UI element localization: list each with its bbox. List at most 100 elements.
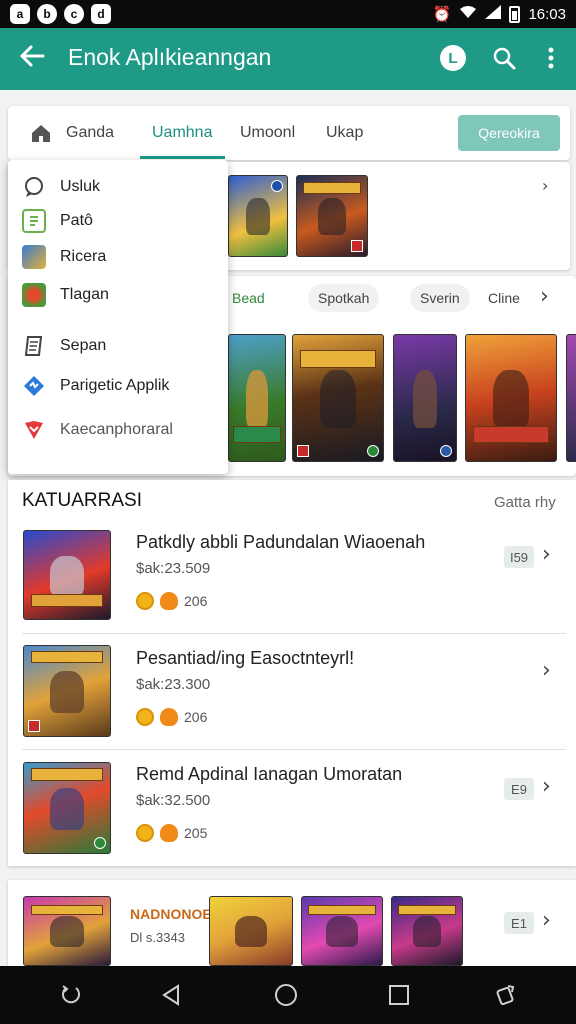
- carousel-game-art-4[interactable]: [465, 334, 557, 462]
- list-item[interactable]: Remd Apdinal Ianagan Umoratan $ak:32.500…: [8, 756, 576, 866]
- menu-item-label: Usluk: [60, 178, 101, 195]
- list-item-rating: 206: [136, 592, 207, 610]
- bottom-game-art-4[interactable]: [391, 896, 463, 966]
- account-icon[interactable]: L: [439, 44, 467, 72]
- more-vert-icon[interactable]: [537, 44, 565, 72]
- app-bar: Enok Aplıkieanngan L: [0, 28, 576, 90]
- rating-value: 206: [184, 709, 208, 725]
- menu-item-sepan[interactable]: Sepan: [22, 332, 106, 360]
- notification-icons: a b c d: [10, 4, 111, 24]
- notification-icon-1: a: [10, 4, 30, 24]
- status-time: 16:03: [528, 5, 566, 23]
- menu-item-label: Kaecanphoraral: [60, 421, 173, 438]
- rating-value: 205: [184, 825, 208, 841]
- bottom-badge: E1: [504, 912, 534, 934]
- puzzle-icon: [22, 374, 46, 398]
- bottom-game-art-1[interactable]: [23, 896, 111, 966]
- featured-game-art-1[interactable]: [228, 175, 288, 257]
- list-item-rating: 205: [136, 824, 207, 842]
- list-item[interactable]: Pesantiad/ing Easoctnteyrl! $ak:23.300 2…: [8, 640, 576, 750]
- list-item-badge: E9: [504, 778, 534, 800]
- menu-item-ricera[interactable]: Ricera: [22, 243, 106, 271]
- menu-item-pato[interactable]: Patô: [22, 207, 93, 235]
- chip-bead[interactable]: Bead: [222, 284, 275, 312]
- dropdown-menu: Usluk Patô Ricera Tlagan Sepan Parigetic…: [8, 160, 228, 474]
- carousel-game-art-2[interactable]: [292, 334, 384, 462]
- notification-icon-3: c: [64, 4, 84, 24]
- home-icon[interactable]: [30, 122, 52, 149]
- paw-icon: [160, 824, 178, 842]
- list-item-rating: 206: [136, 708, 207, 726]
- nav-recents-icon[interactable]: [386, 982, 412, 1008]
- list-divider: [22, 749, 566, 750]
- chip-cline[interactable]: Cline: [478, 284, 530, 312]
- list-divider: [22, 633, 566, 634]
- chat-icon: [22, 175, 46, 199]
- chip-sverin[interactable]: Sverin: [410, 284, 470, 312]
- nav-back-gesture-icon[interactable]: [58, 982, 84, 1008]
- back-arrow-icon[interactable]: [18, 42, 46, 76]
- notification-icon-2: b: [37, 4, 57, 24]
- carousel-game-art-1[interactable]: [228, 334, 286, 462]
- tab-umoonl[interactable]: Umoonl: [240, 124, 295, 142]
- menu-item-label: Tlagan: [60, 286, 109, 303]
- document-icon: [22, 334, 46, 358]
- character-icon: [22, 283, 46, 307]
- bottom-games-row: NADNONOE Dl s.3343 E1 ›: [8, 880, 576, 966]
- list-item-art: [23, 530, 111, 620]
- chips-chevron-icon[interactable]: ›: [540, 284, 549, 309]
- featured-game-art-2[interactable]: [296, 175, 368, 257]
- carousel-game-art-5[interactable]: [566, 334, 576, 462]
- tab-indicator: [140, 156, 225, 159]
- list-item-chevron-icon[interactable]: ›: [542, 774, 551, 799]
- search-icon[interactable]: [490, 44, 518, 72]
- list-item-price: $ak:23.300: [136, 676, 211, 693]
- section-title: KATUARRASI: [22, 490, 143, 511]
- menu-item-label: Ricera: [60, 248, 107, 265]
- note-icon: [22, 209, 46, 233]
- menu-item-label: Parigetic Applik: [60, 377, 170, 394]
- rating-value: 206: [184, 593, 208, 609]
- paw-icon: [160, 708, 178, 726]
- wifi-icon: [459, 5, 477, 23]
- tab-uamhna[interactable]: Uamhna: [152, 124, 212, 142]
- nav-rotate-icon[interactable]: [492, 982, 518, 1008]
- list-item-price: $ak:23.509: [136, 560, 211, 577]
- list-item-badge: I59: [504, 546, 534, 568]
- menu-item-kaecanphoraral[interactable]: Kaecanphoraral: [22, 416, 173, 444]
- battery-icon: [509, 5, 521, 23]
- coin-icon: [136, 592, 154, 610]
- bottom-game-art-2[interactable]: [209, 896, 293, 966]
- chip-spotkah[interactable]: Spotkah: [308, 284, 380, 312]
- menu-item-label: Sepan: [60, 337, 107, 354]
- bottom-chevron-icon[interactable]: ›: [542, 908, 551, 933]
- menu-item-tlagan[interactable]: Tlagan: [22, 281, 109, 309]
- tab-ganda[interactable]: Ganda: [66, 124, 114, 142]
- game-icon: [22, 245, 46, 269]
- menu-item-parigetic-applik[interactable]: Parigetic Applik: [22, 372, 169, 400]
- shield-icon: [22, 418, 46, 442]
- list-item-art: [23, 762, 111, 854]
- tab-ukap[interactable]: Ukap: [326, 124, 363, 142]
- carousel-game-art-3[interactable]: [393, 334, 457, 462]
- bottom-game-art-3[interactable]: [301, 896, 383, 966]
- menu-item-label: Patô: [60, 212, 93, 229]
- list-item-price: $ak:32.500: [136, 792, 211, 809]
- menu-item-usluk[interactable]: Usluk: [22, 173, 100, 201]
- status-bar: a b c d ⏰ 16:03: [0, 0, 576, 28]
- nav-back-icon[interactable]: [158, 982, 184, 1008]
- list-item-title: Pesantiad/ing Easoctnteyrl!: [136, 648, 355, 668]
- tabs-card: Ganda Uamhna Umoonl Ukap Qereokira: [8, 106, 570, 160]
- featured-chevron-icon[interactable]: ›: [542, 176, 548, 195]
- primary-action-button[interactable]: Qereokira: [458, 115, 560, 151]
- section-see-all-link[interactable]: Gatta rhy: [494, 494, 556, 511]
- page-title: Enok Aplıkieanngan: [68, 44, 272, 70]
- list-item-art: [23, 645, 111, 737]
- notification-icon-4: d: [91, 4, 111, 24]
- bottom-game-sub: Dl s.3343: [130, 930, 185, 945]
- list-item-chevron-icon[interactable]: ›: [542, 542, 551, 567]
- list-item[interactable]: Patkdly abbli Padundalan Wiaoenah $ak:23…: [8, 524, 576, 634]
- nav-home-icon[interactable]: [273, 982, 299, 1008]
- bottom-game-title: NADNONOE: [130, 906, 212, 922]
- list-item-chevron-icon[interactable]: ›: [542, 658, 551, 683]
